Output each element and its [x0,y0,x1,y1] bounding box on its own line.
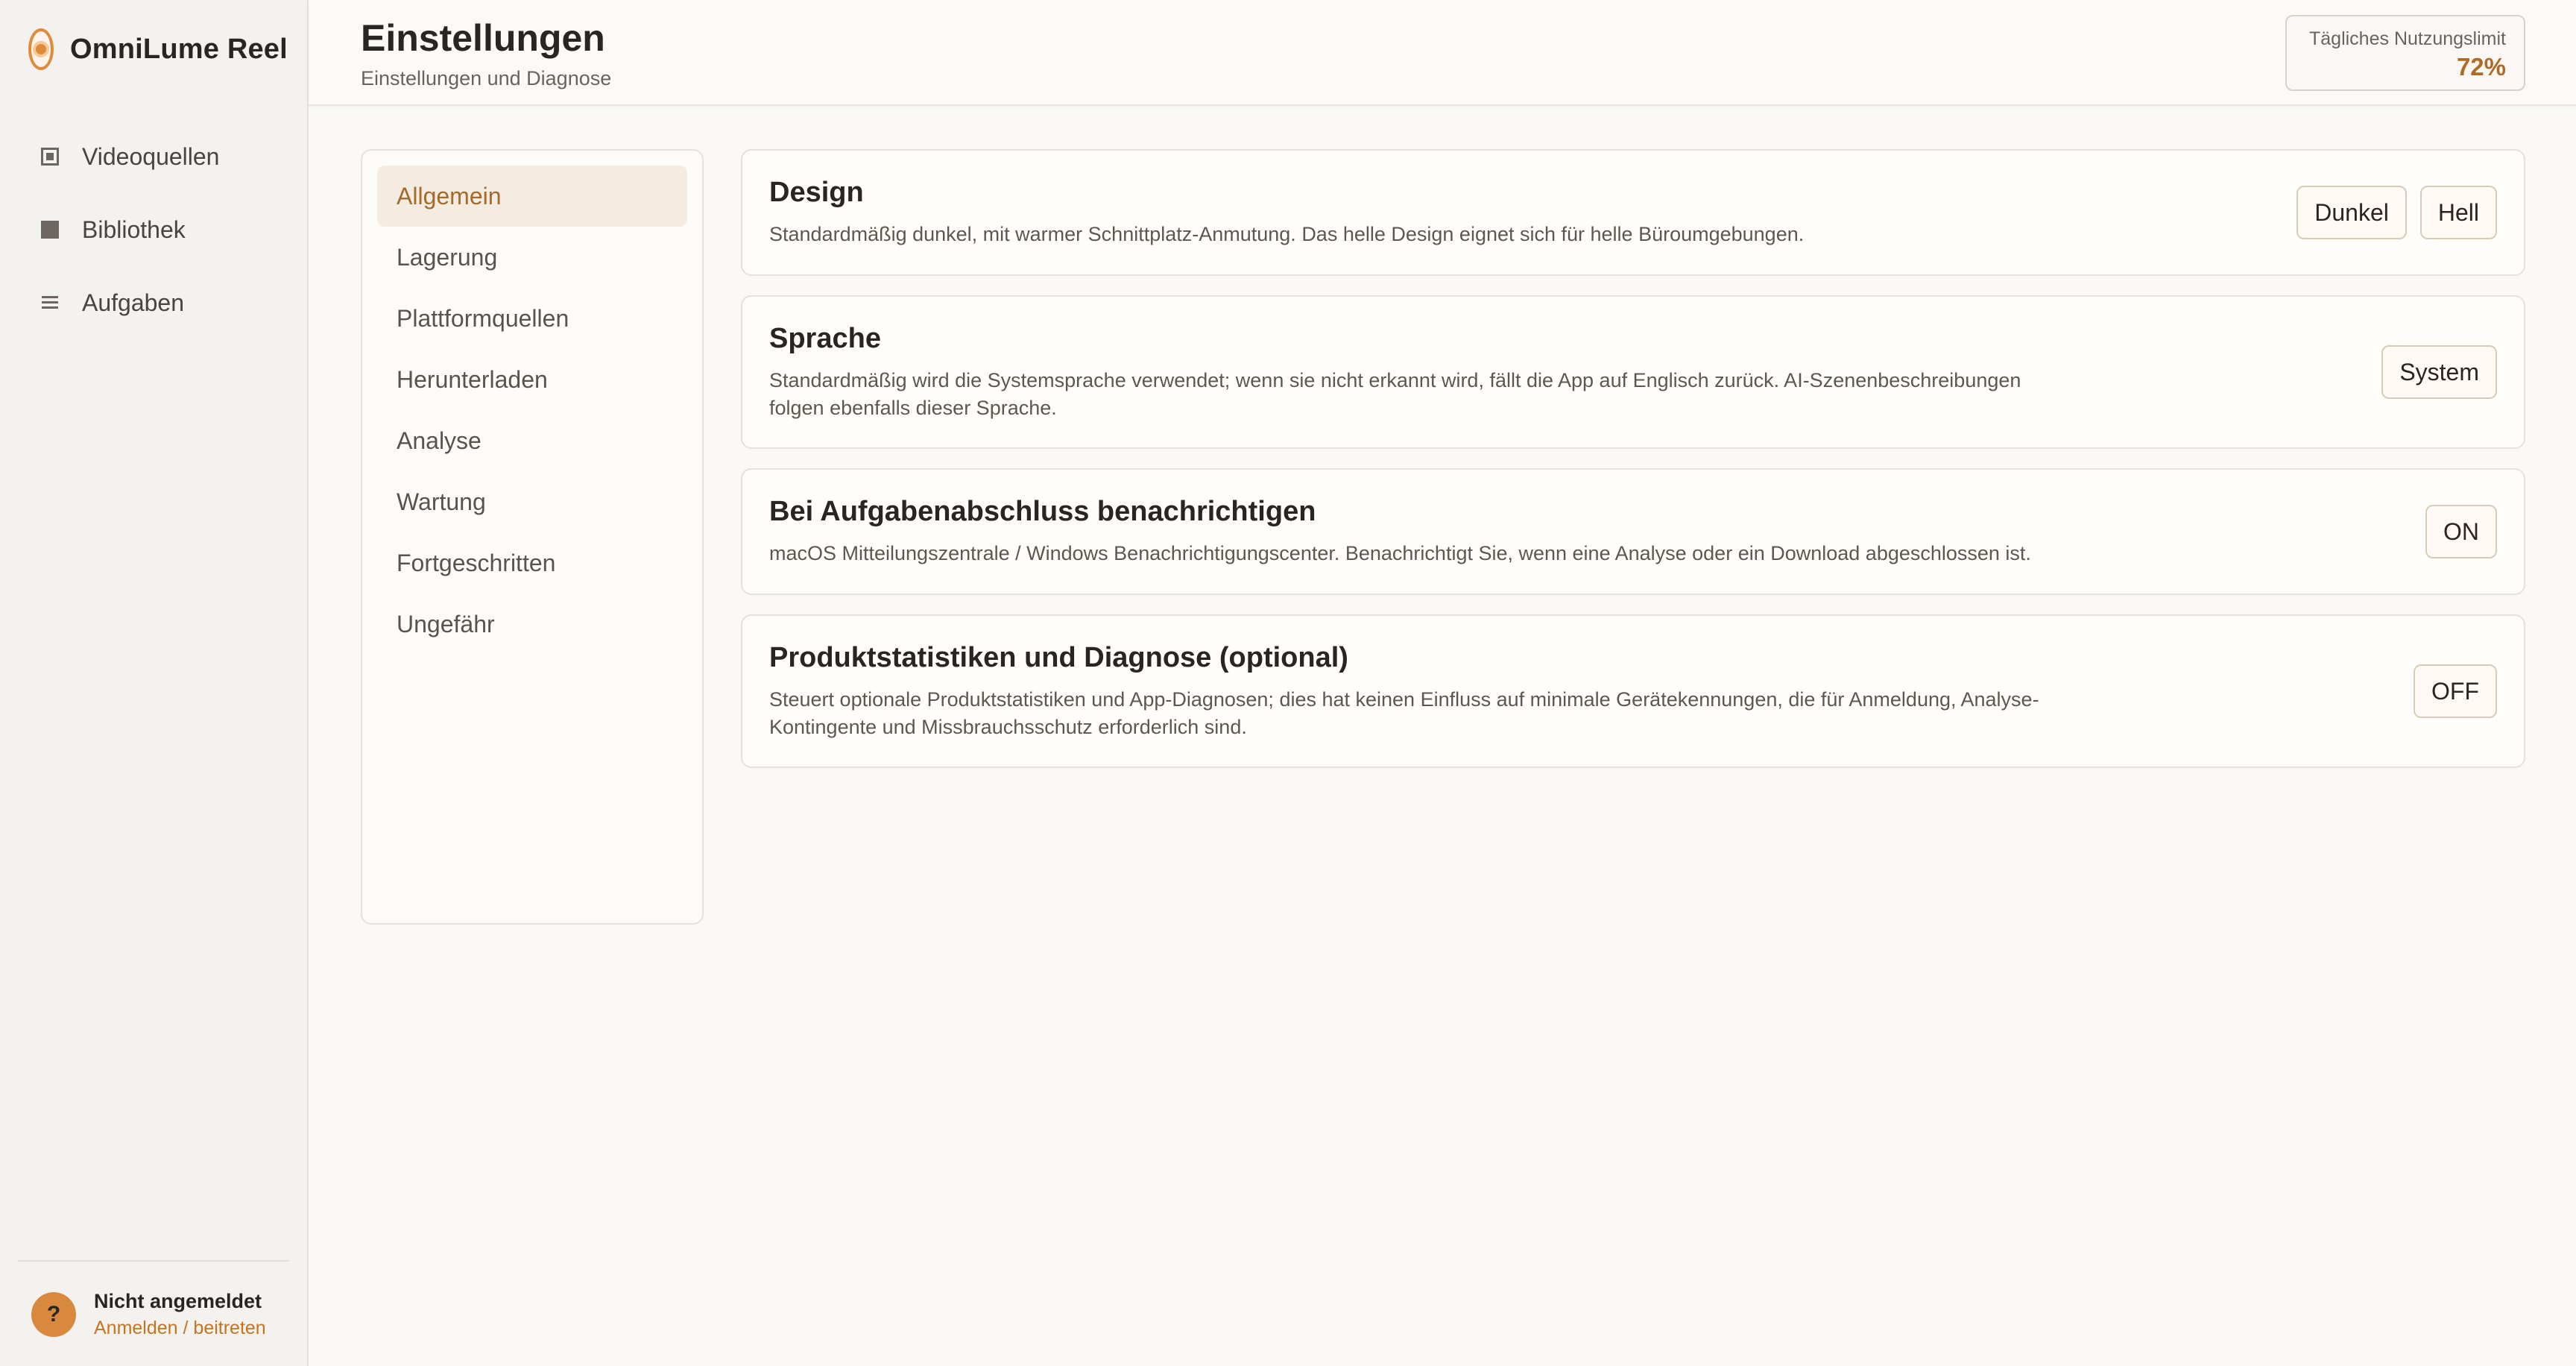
language-select-button[interactable]: System [2381,345,2497,399]
setting-card-design: Design Standardmäßig dunkel, mit warmer … [741,149,2525,276]
logo-icon [28,28,54,70]
sidebar: OmniLume Reel Videoquellen Bibliothek Au… [0,0,309,1366]
setting-title: Design [769,177,864,208]
page-header: Einstellungen Einstellungen und Diagnose… [309,0,2576,106]
setting-description: Steuert optionale Produktstatistiken und… [769,687,2039,738]
stats-toggle[interactable]: OFF [2414,664,2497,718]
usage-quota-badge: Tägliches Nutzungslimit 72% [2285,15,2525,91]
subnav-item-wartung[interactable]: Wartung [377,471,687,532]
sidebar-item-label: Aufgaben [82,289,185,316]
notify-toggle[interactable]: ON [2425,505,2497,558]
subnav-item-herunterladen[interactable]: Herunterladen [377,349,687,410]
setting-description: Standardmäßig dunkel, mit warmer Schnitt… [769,223,1805,245]
sidebar-nav: Videoquellen Bibliothek Aufgaben [18,128,291,347]
sidebar-item-label: Videoquellen [82,142,220,170]
settings-content: Allgemein Lagerung Plattformquellen Heru… [361,149,2525,925]
main-area: Einstellungen Einstellungen und Diagnose… [309,0,2576,1366]
setting-title: Produktstatistiken und Diagnose (optiona… [769,641,1348,673]
subnav-item-lagerung[interactable]: Lagerung [377,227,687,288]
tasks-icon [40,296,60,309]
app-window: OmniLume Reel Videoquellen Bibliothek Au… [0,0,2576,1366]
setting-card-notify: Bei Aufgabenabschluss benachrichtigen ma… [741,468,2525,595]
app-name: OmniLume Reel [70,33,288,65]
quota-label: Tägliches Nutzungslimit [2309,28,2506,49]
theme-light-button[interactable]: Hell [2419,186,2497,239]
subnav-item-ungefaehr[interactable]: Ungefähr [377,594,687,655]
subnav-item-analyse[interactable]: Analyse [377,410,687,471]
library-icon [40,221,60,239]
setting-title: Sprache [769,322,881,354]
video-source-icon [40,148,60,166]
brand: OmniLume Reel [28,28,288,70]
quota-value: 72% [2456,53,2506,81]
page-subtitle: Einstellungen und Diagnose [361,67,612,89]
sidebar-item-videoquellen[interactable]: Videoquellen [18,128,291,185]
setting-description: macOS Mitteilungszentrale / Windows Bena… [769,542,2031,564]
sidebar-item-bibliothek[interactable]: Bibliothek [18,201,291,258]
setting-description: Standardmäßig wird die Systemsprache ver… [769,368,2021,419]
setting-card-stats: Produktstatistiken und Diagnose (optiona… [741,614,2525,768]
setting-card-language: Sprache Standardmäßig wird die Systemspr… [741,295,2525,449]
subnav-item-fortgeschritten[interactable]: Fortgeschritten [377,532,687,594]
subnav-item-plattformquellen[interactable]: Plattformquellen [377,288,687,349]
sidebar-item-label: Bibliothek [82,215,186,243]
user-status: Nicht angemeldet [94,1290,262,1312]
settings-subnav: Allgemein Lagerung Plattformquellen Heru… [361,149,704,925]
page-title: Einstellungen [361,17,605,59]
subnav-item-allgemein[interactable]: Allgemein [377,166,687,227]
login-link[interactable]: Anmelden / beitreten [94,1318,266,1339]
settings-cards: Design Standardmäßig dunkel, mit warmer … [741,149,2525,925]
setting-title: Bei Aufgabenabschluss benachrichtigen [769,496,1316,527]
user-section: ? Nicht angemeldet Anmelden / beitreten [18,1260,289,1339]
avatar[interactable]: ? [31,1292,76,1337]
theme-dark-button[interactable]: Dunkel [2296,186,2407,239]
sidebar-item-aufgaben[interactable]: Aufgaben [18,274,291,331]
